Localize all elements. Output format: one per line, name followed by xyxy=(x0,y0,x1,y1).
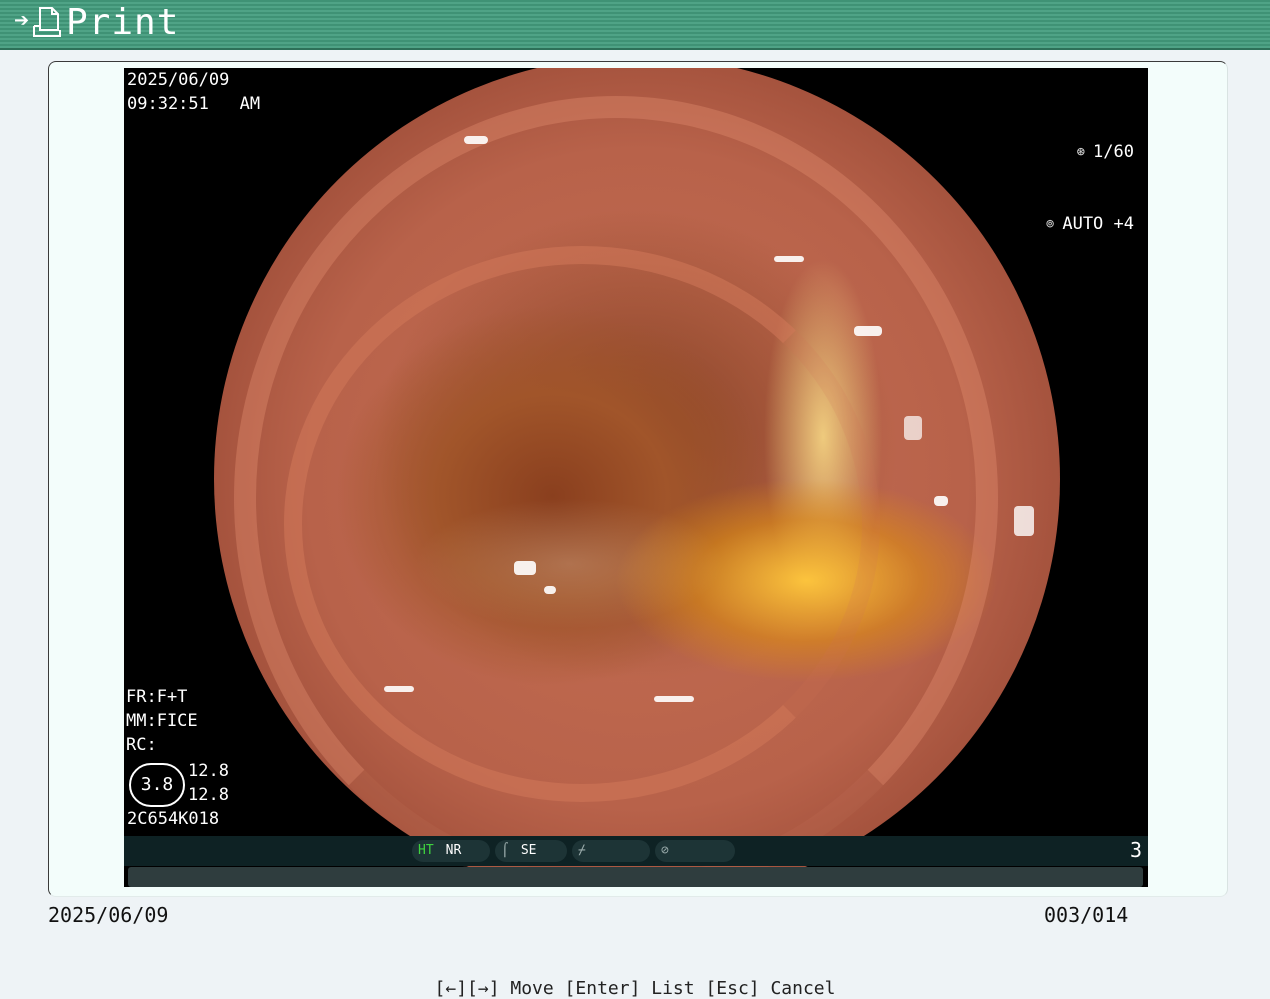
image-time: 09:32:51 xyxy=(127,94,209,114)
se-indicator: SE xyxy=(520,843,537,858)
document-icon xyxy=(33,7,61,37)
freeze-pill: ⌿ xyxy=(572,840,650,862)
exposure-info: ⊛ 1/60 ⊚ AUTO +4 xyxy=(1046,92,1134,284)
page-title: Print xyxy=(66,2,180,43)
shutter-value: 1/60 xyxy=(1093,142,1134,162)
iris-value: AUTO +4 xyxy=(1062,214,1134,234)
fr-label: FR:F+T xyxy=(126,687,188,707)
page-counter: 003/014 xyxy=(1044,903,1129,927)
status-bar: HT NR ⌠ SE ⌿ ⊘ 3 xyxy=(124,836,1148,866)
image-date: 2025/06/09 xyxy=(127,70,230,90)
footer-date: 2025/06/09 xyxy=(48,903,169,927)
ht-nr-pill: HT NR xyxy=(412,840,490,862)
title-bar: ➔ Print xyxy=(0,0,1270,50)
slash-icon: ⌿ xyxy=(578,843,586,858)
info-bar xyxy=(128,867,1143,887)
value-stack: 12.8 12.8 xyxy=(188,759,229,807)
device-code: 2C654K018 xyxy=(127,809,220,829)
scope-pill: ⊘ xyxy=(655,840,735,862)
image-ampm: AM xyxy=(239,94,261,114)
value-2: 12.8 xyxy=(188,785,229,805)
mode-info: FR:F+T MM:FICE RC: xyxy=(126,685,198,757)
rc-label: RC: xyxy=(126,735,157,755)
endoscopic-view xyxy=(214,68,1060,887)
scope-icon: ⊘ xyxy=(661,843,669,858)
key-hint: [←][→] Move [Enter] List [Esc] Cancel xyxy=(434,978,836,999)
mm-label: MM:FICE xyxy=(126,711,198,731)
nr-indicator: NR xyxy=(445,843,462,858)
right-arrow-icon: ➔ xyxy=(14,10,30,31)
enhancement-icon: ⌠ xyxy=(501,843,509,858)
circled-value: 3.8 xyxy=(129,763,185,807)
endoscope-image: 2025/06/09 09:32:51 AM ⊛ 1/60 ⊚ AUTO +4 FR… xyxy=(124,68,1148,887)
iris-icon: ⊚ xyxy=(1045,216,1055,232)
ht-indicator: HT xyxy=(418,843,434,858)
timestamp: 2025/06/09 09:32:51 AM xyxy=(127,68,260,116)
image-number: 3 xyxy=(1129,838,1142,862)
value-1: 12.8 xyxy=(188,761,229,781)
se-pill: ⌠ SE xyxy=(495,840,567,862)
shutter-icon: ⊛ xyxy=(1076,144,1086,160)
